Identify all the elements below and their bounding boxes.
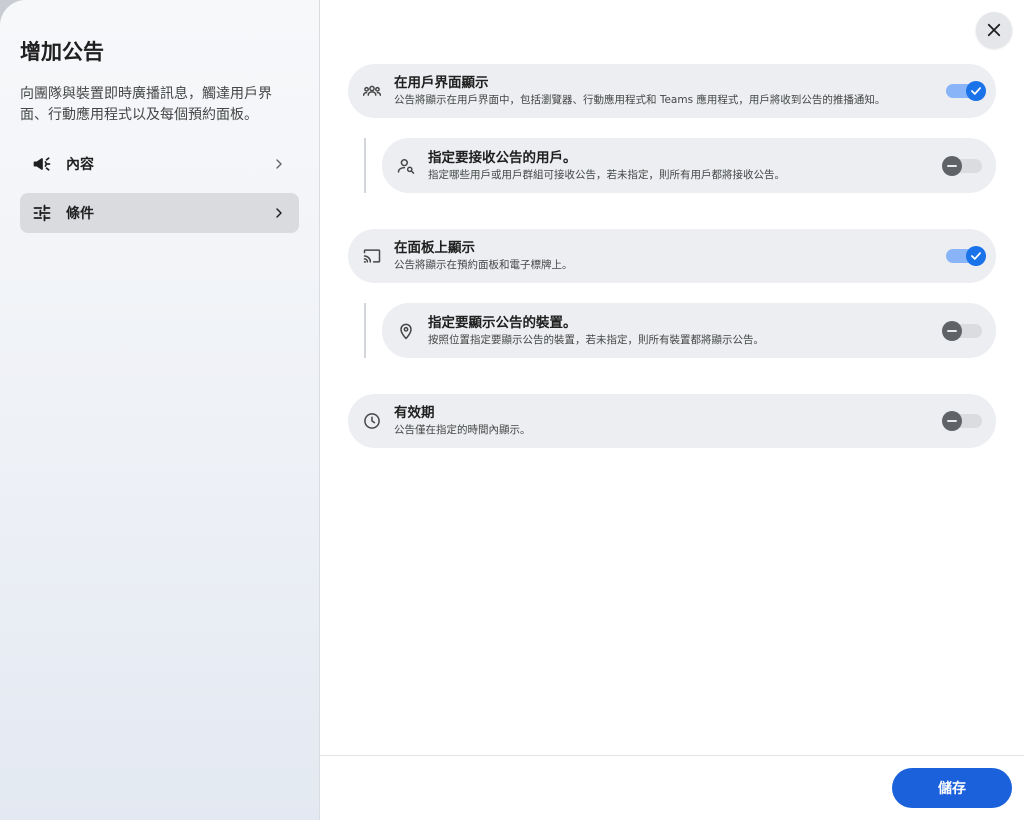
sidebar-nav: 內容 條件 (20, 144, 299, 233)
recipients-row: 指定要接收公告的用戶。 指定哪些用戶或用戶群組可接收公告，若未指定，則所有用戶都… (382, 138, 996, 193)
person-search-icon (396, 156, 416, 176)
chevron-right-icon (276, 208, 282, 218)
recipients-title: 指定要接收公告的用戶。 (428, 149, 577, 166)
recipients-description: 指定哪些用戶或用戶群組可接收公告，若未指定，則所有用戶都將接收公告。 (428, 168, 785, 181)
close-button[interactable] (976, 12, 1012, 48)
ui-display-title: 在用戶界面顯示 (394, 75, 489, 91)
validity-description: 公告僅在指定的時間內顯示。 (394, 424, 531, 436)
sidebar-item-conditions[interactable]: 條件 (20, 193, 299, 233)
save-button[interactable]: 儲存 (892, 768, 1012, 808)
dialog-description: 向團隊與裝置即時廣播訊息，觸達用戶界面、行動應用程式以及每個預約面板。 (20, 86, 272, 123)
devices-row: 指定要顯示公告的裝置。 按照位置指定要顯示公告的裝置，若未指定，則所有裝置都將顯… (382, 303, 996, 358)
group-icon (362, 81, 382, 101)
sidebar-item-label: 條件 (66, 206, 94, 222)
devices-title: 指定要顯示公告的裝置。 (428, 314, 577, 331)
megaphone-icon (32, 154, 52, 174)
devices-description: 按照位置指定要顯示公告的裝置，若未指定，則所有裝置都將顯示公告。 (428, 333, 764, 346)
panel-display-toggle[interactable] (946, 246, 986, 266)
chevron-right-icon (276, 159, 282, 169)
dialog-sidebar: 增加公告 向團隊與裝置即時廣播訊息，觸達用戶界面、行動應用程式以及每個預約面板。… (0, 0, 320, 820)
close-icon (987, 23, 1001, 37)
panel-display-row: 在面板上顯示 公告將顯示在預約面板和電子標牌上。 (348, 229, 996, 283)
location-pin-icon (396, 321, 416, 341)
validity-title: 有效期 (394, 405, 435, 421)
ui-display-description: 公告將顯示在用戶界面中，包括瀏覽器、行動應用程式和 Teams 應用程式，用戶將… (394, 94, 886, 106)
devices-toggle[interactable] (942, 320, 982, 341)
recipients-toggle[interactable] (942, 155, 982, 176)
panel-display-description: 公告將顯示在預約面板和電子標牌上。 (394, 259, 573, 271)
sidebar-item-content[interactable]: 內容 (20, 144, 299, 184)
tune-icon (32, 203, 52, 223)
cast-icon (362, 246, 382, 266)
dialog-footer: 儲存 (320, 755, 1024, 820)
check-icon (971, 87, 981, 95)
indent-line (364, 138, 366, 193)
sidebar-item-label: 內容 (66, 157, 94, 173)
dialog-title: 增加公告 (20, 40, 104, 64)
validity-row: 有效期 公告僅在指定的時間內顯示。 (348, 394, 996, 448)
validity-toggle[interactable] (942, 411, 982, 431)
check-icon (971, 252, 981, 260)
indent-line (364, 303, 366, 358)
ui-display-row: 在用戶界面顯示 公告將顯示在用戶界面中，包括瀏覽器、行動應用程式和 Teams … (348, 64, 996, 118)
clock-icon (362, 411, 382, 431)
add-announcement-dialog: 增加公告 向團隊與裝置即時廣播訊息，觸達用戶界面、行動應用程式以及每個預約面板。… (0, 0, 1024, 820)
panel-display-title: 在面板上顯示 (394, 240, 475, 256)
conditions-panel: 在用戶界面顯示 公告將顯示在用戶界面中，包括瀏覽器、行動應用程式和 Teams … (320, 0, 1024, 820)
ui-display-toggle[interactable] (946, 81, 986, 101)
